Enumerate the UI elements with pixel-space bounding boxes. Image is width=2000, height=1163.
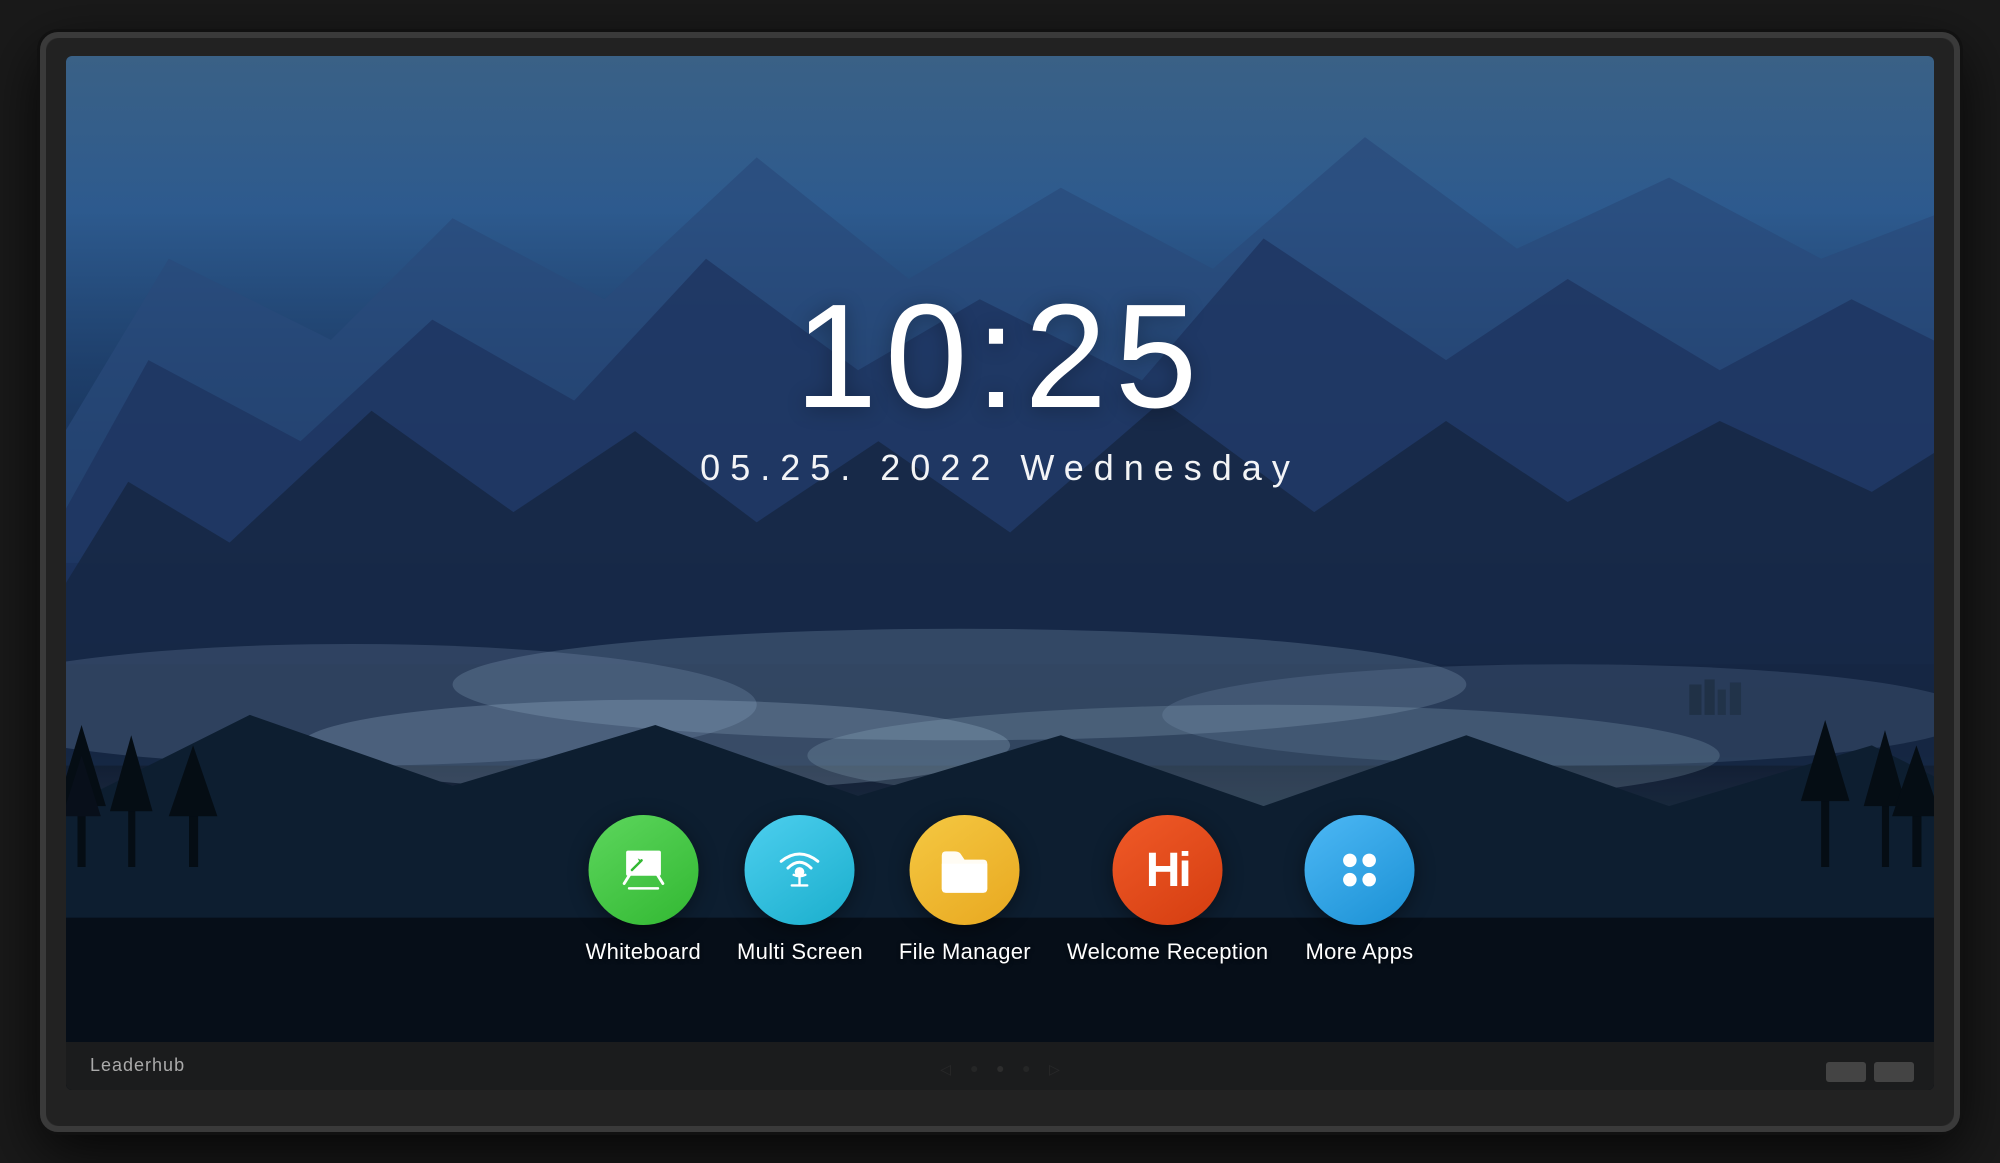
screen: 10:25 05.25. 2022 Wednesday xyxy=(66,56,1934,1090)
whiteboard-svg xyxy=(614,844,672,896)
tv-frame: 10:25 05.25. 2022 Wednesday xyxy=(40,32,1960,1132)
clock-date: 05.25. 2022 Wednesday xyxy=(700,447,1300,489)
whiteboard-label: Whiteboard xyxy=(586,939,702,965)
multiscreen-svg xyxy=(771,841,829,899)
multiscreen-icon[interactable] xyxy=(745,815,855,925)
filemanager-icon[interactable] xyxy=(910,815,1020,925)
brand-logo: Leaderhub xyxy=(90,1055,185,1076)
app-filemanager[interactable]: File Manager xyxy=(899,815,1031,965)
app-multiscreen[interactable]: Multi Screen xyxy=(737,815,863,965)
bottom-bar: Leaderhub xyxy=(66,1042,1934,1090)
clock-time: 10:25 xyxy=(700,283,1300,431)
welcome-icon[interactable]: Hi xyxy=(1113,815,1223,925)
tv-bezel: 10:25 05.25. 2022 Wednesday xyxy=(46,38,1954,1126)
moreapps-svg xyxy=(1330,841,1388,899)
whiteboard-icon[interactable] xyxy=(588,815,698,925)
moreapps-label: More Apps xyxy=(1306,939,1414,965)
br-button-2[interactable] xyxy=(1874,1062,1914,1082)
moreapps-icon[interactable] xyxy=(1304,815,1414,925)
app-whiteboard[interactable]: Whiteboard xyxy=(586,815,702,965)
filemanager-label: File Manager xyxy=(899,939,1031,965)
welcome-label: Welcome Reception xyxy=(1067,939,1269,965)
br-button-1[interactable] xyxy=(1826,1062,1866,1082)
filemanager-svg xyxy=(934,839,996,901)
clock-container: 10:25 05.25. 2022 Wednesday xyxy=(700,283,1300,489)
bottom-right-buttons xyxy=(1826,1062,1914,1082)
multiscreen-label: Multi Screen xyxy=(737,939,863,965)
app-welcome[interactable]: Hi Welcome Reception xyxy=(1067,815,1269,965)
app-moreapps[interactable]: More Apps xyxy=(1304,815,1414,965)
apps-container: Whiteboard xyxy=(586,815,1415,965)
